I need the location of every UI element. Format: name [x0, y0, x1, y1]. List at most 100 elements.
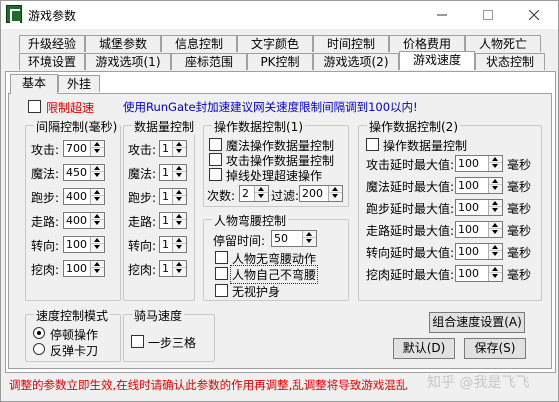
count-run-stepper[interactable] [159, 188, 187, 205]
save-button[interactable]: 保存(S) [464, 338, 526, 359]
count-input[interactable] [241, 186, 255, 201]
rebound-radio[interactable] [33, 343, 45, 355]
interval-attack-input[interactable] [65, 141, 91, 156]
delay-attack-input[interactable] [457, 156, 489, 171]
combo-speed-button[interactable]: 组合速度设置(A) [429, 312, 525, 333]
spin-up-icon[interactable] [173, 213, 186, 220]
count-magic-arrows[interactable] [172, 165, 186, 180]
tab-time-control[interactable]: 时间控制 [313, 35, 389, 52]
close-button[interactable] [511, 1, 557, 29]
spin-down-icon[interactable] [489, 207, 502, 214]
delay-run-arrows[interactable] [488, 200, 502, 215]
tab-coord-range[interactable]: 座标范围 [171, 53, 247, 70]
spin-down-icon[interactable] [489, 251, 502, 258]
interval-turn-input[interactable] [65, 237, 91, 252]
tab-game-speed[interactable]: 游戏速度 [399, 51, 475, 70]
tab-upgrade-exp[interactable]: 升级经验 [19, 35, 85, 52]
spin-up-icon[interactable] [91, 261, 104, 268]
count-walk-stepper[interactable] [159, 212, 187, 229]
subtab-plugin[interactable]: 外挂 [58, 75, 100, 92]
tab-pk-control[interactable]: PK控制 [247, 53, 313, 70]
spin-down-icon[interactable] [173, 244, 186, 251]
spin-up-icon[interactable] [489, 178, 502, 185]
spin-up-icon[interactable] [489, 222, 502, 229]
interval-attack-stepper[interactable] [63, 140, 105, 157]
spin-up-icon[interactable] [489, 266, 502, 273]
spin-down-icon[interactable] [91, 220, 104, 227]
attack-op-checkbox[interactable] [209, 153, 222, 166]
spin-down-icon[interactable] [173, 220, 186, 227]
spin-down-icon[interactable] [489, 273, 502, 280]
tab-game-options-2[interactable]: 游戏选项(2) [313, 53, 399, 70]
stay-time-stepper-arrows[interactable] [302, 231, 316, 246]
spin-down-icon[interactable] [303, 238, 316, 245]
interval-magic-arrows[interactable] [90, 165, 104, 180]
interval-walk-arrows[interactable] [90, 213, 104, 228]
magic-op-checkbox[interactable] [209, 138, 222, 151]
tab-character-death[interactable]: 人物死亡 [465, 35, 541, 52]
spin-down-icon[interactable] [329, 193, 342, 200]
spin-up-icon[interactable] [255, 186, 268, 193]
spin-up-icon[interactable] [91, 237, 104, 244]
spin-down-icon[interactable] [91, 244, 104, 251]
interval-magic-stepper[interactable] [63, 164, 105, 181]
delay-dig-input[interactable] [457, 266, 489, 281]
tab-text-color[interactable]: 文字颜色 [237, 35, 313, 52]
spin-down-icon[interactable] [91, 148, 104, 155]
delay-dig-stepper[interactable] [455, 265, 503, 282]
count-attack-stepper[interactable] [159, 140, 187, 157]
spin-down-icon[interactable] [489, 163, 502, 170]
spin-down-icon[interactable] [91, 172, 104, 179]
delay-run-stepper[interactable] [455, 199, 503, 216]
disconnect-overspeed-checkbox[interactable] [209, 168, 222, 181]
spin-up-icon[interactable] [91, 213, 104, 220]
stay-time-input[interactable] [273, 231, 303, 246]
spin-down-icon[interactable] [91, 268, 104, 275]
spin-up-icon[interactable] [173, 261, 186, 268]
spin-down-icon[interactable] [173, 148, 186, 155]
tab-game-options-1[interactable]: 游戏选项(1) [85, 53, 171, 70]
count-turn-stepper[interactable] [159, 236, 187, 253]
spin-up-icon[interactable] [489, 156, 502, 163]
pause-op-radio[interactable] [33, 327, 45, 339]
spin-up-icon[interactable] [173, 165, 186, 172]
spin-down-icon[interactable] [91, 196, 104, 203]
minimize-button[interactable] [419, 1, 465, 29]
delay-walk-stepper[interactable] [455, 221, 503, 238]
interval-run-stepper[interactable] [63, 188, 105, 205]
count-dig-arrows[interactable] [172, 261, 186, 276]
spin-up-icon[interactable] [489, 244, 502, 251]
spin-up-icon[interactable] [91, 141, 104, 148]
tab-castle-params[interactable]: 城堡参数 [85, 35, 161, 52]
interval-walk-input[interactable] [65, 213, 91, 228]
subtab-basic[interactable]: 基本 [10, 74, 58, 94]
tab-price-fee[interactable]: 价格费用 [389, 35, 465, 52]
count-magic-stepper[interactable] [159, 164, 187, 181]
interval-turn-arrows[interactable] [90, 237, 104, 252]
spin-down-icon[interactable] [173, 268, 186, 275]
count-stepper[interactable] [239, 185, 269, 202]
delay-magic-arrows[interactable] [488, 178, 502, 193]
delay-magic-stepper[interactable] [455, 177, 503, 194]
self-no-bow-checkbox[interactable] [215, 267, 228, 280]
stay-time-stepper[interactable] [271, 230, 317, 247]
spin-up-icon[interactable] [91, 189, 104, 196]
spin-up-icon[interactable] [173, 141, 186, 148]
interval-turn-stepper[interactable] [63, 236, 105, 253]
no-bow-checkbox[interactable] [215, 251, 228, 264]
interval-dig-input[interactable] [65, 261, 91, 276]
interval-run-arrows[interactable] [90, 189, 104, 204]
count-run-arrows[interactable] [172, 189, 186, 204]
delay-walk-arrows[interactable] [488, 222, 502, 237]
filter-stepper[interactable] [299, 185, 343, 202]
delay-run-input[interactable] [457, 200, 489, 215]
count-walk-arrows[interactable] [172, 213, 186, 228]
tab-status-control[interactable]: 状态控制 [475, 53, 545, 70]
op2-data-checkbox[interactable] [366, 138, 379, 151]
spin-up-icon[interactable] [329, 186, 342, 193]
spin-up-icon[interactable] [173, 237, 186, 244]
spin-up-icon[interactable] [303, 231, 316, 238]
interval-dig-stepper[interactable] [63, 260, 105, 277]
ignore-shield-checkbox[interactable] [215, 284, 228, 297]
count-stepper-arrows[interactable] [254, 186, 268, 201]
